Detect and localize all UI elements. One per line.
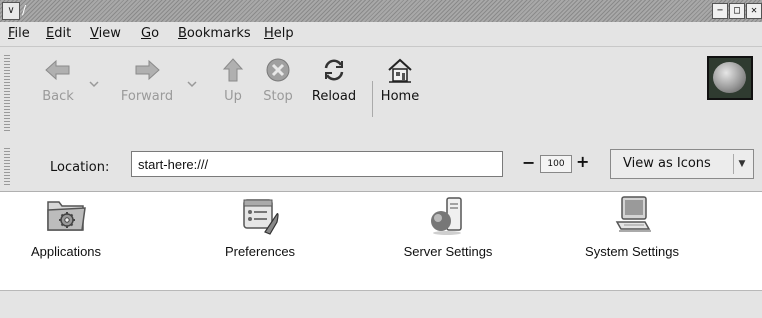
back-button[interactable]: Back [34,55,82,104]
item-preferences-label: Preferences [224,244,296,259]
reload-button[interactable]: Reload [306,55,362,104]
item-server-settings-label: Server Settings [403,244,493,259]
toolbar-separator [372,81,373,117]
stop-label: Stop [263,89,293,104]
up-button[interactable]: Up [218,55,248,104]
chevron-down-icon: ▼ [733,154,750,174]
file-manager-window: ∨ / − □ ✕ File Edit View Go Bookmarks He… [0,0,762,318]
menu-file-label: ile [14,26,30,41]
window-title: / [22,3,27,17]
back-history-chevron-icon[interactable] [88,79,100,89]
location-label: Location: [50,160,110,175]
back-arrow-icon [45,59,70,81]
item-applications[interactable]: Applications [16,192,116,259]
menu-go[interactable]: Go [141,26,159,41]
status-bar [0,290,762,318]
menu-view-accel: V [90,26,99,41]
close-icon: ✕ [750,5,758,16]
menu-go-accel: G [141,26,152,41]
toolbar: Back Forward Up Stop Reload Home [0,47,762,142]
server-settings-icon [431,197,462,235]
up-arrow-icon [222,58,244,82]
zoom-out-button[interactable]: − [522,155,535,171]
stop-button[interactable]: Stop [258,55,298,104]
view-as-select[interactable]: View as Icons ▼ [610,149,754,179]
menu-go-label: o [151,26,160,41]
reload-label: Reload [311,89,357,104]
view-as-value: View as Icons [623,156,711,171]
icon-view: Applications Preferences Server Settings… [0,192,762,290]
menu-bookmarks-accel: B [178,26,187,41]
window-menu-icon: ∨ [7,5,15,16]
menu-help-accel: H [264,26,274,41]
zoom-in-button[interactable]: + [576,153,589,171]
menu-file[interactable]: File [8,26,30,41]
forward-button[interactable]: Forward [112,55,182,104]
location-bar: Location: start-here:/// − 100 + View as… [0,141,762,192]
back-label: Back [42,89,74,104]
menu-edit[interactable]: Edit [46,26,71,41]
forward-arrow-icon [135,59,160,81]
location-input[interactable]: start-here:/// [131,151,503,177]
stop-icon [266,58,290,82]
menu-edit-label: dit [54,26,72,41]
minimize-button[interactable]: − [712,3,728,19]
throbber-ball-icon [713,62,746,93]
menu-edit-accel: E [46,26,55,41]
home-button[interactable]: Home [378,55,422,104]
location-bar-grip[interactable] [4,147,10,185]
item-system-settings[interactable]: System Settings [570,192,694,259]
item-applications-label: Applications [30,244,102,259]
applications-folder-icon [47,201,86,231]
zoom-level[interactable]: 100 [540,155,572,173]
forward-history-chevron-icon[interactable] [186,79,198,89]
home-icon [388,58,412,83]
menu-bookmarks-label: ookmarks [186,26,251,41]
menu-bar: File Edit View Go Bookmarks Help [0,22,762,47]
menu-view[interactable]: View [90,26,121,41]
reload-icon [324,59,344,81]
up-label: Up [224,89,242,104]
item-preferences[interactable]: Preferences [210,192,310,259]
close-button[interactable]: ✕ [746,3,762,19]
activity-throbber [707,56,753,100]
toolbar-grip[interactable] [4,55,10,131]
menu-help[interactable]: Help [264,26,294,41]
maximize-button[interactable]: □ [729,3,745,19]
menu-view-label: iew [98,26,121,41]
item-system-settings-label: System Settings [585,244,679,259]
menu-bookmarks[interactable]: Bookmarks [178,26,251,41]
menu-help-label: elp [273,26,294,41]
maximize-icon: □ [733,5,741,16]
forward-label: Forward [120,89,174,104]
item-server-settings[interactable]: Server Settings [386,192,510,259]
preferences-icon [243,199,279,235]
title-bar[interactable]: ∨ / − □ ✕ [0,0,762,23]
minimize-icon: − [716,5,724,16]
system-settings-icon [615,196,651,232]
home-label: Home [380,89,420,104]
window-menu-button[interactable]: ∨ [2,2,20,20]
